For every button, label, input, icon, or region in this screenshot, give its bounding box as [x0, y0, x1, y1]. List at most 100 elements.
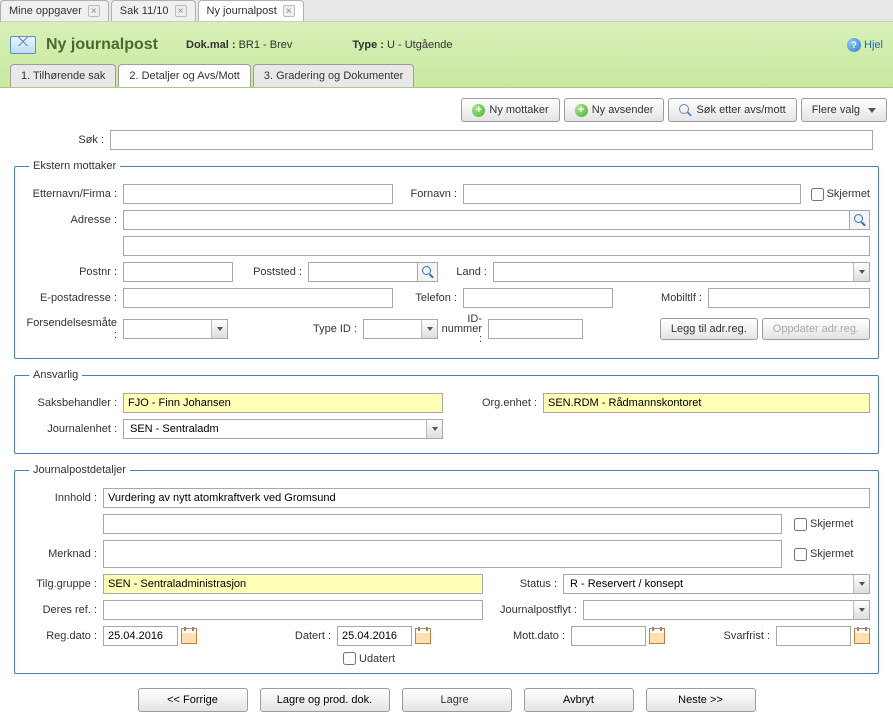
- calendar-icon[interactable]: [854, 628, 870, 644]
- tab-label: Sak 11/10: [120, 5, 169, 17]
- journalenhet-label: Journalenhet :: [23, 423, 123, 435]
- saksbehandler-input[interactable]: [123, 393, 443, 413]
- innhold2-input[interactable]: [103, 514, 782, 534]
- jpflyt-select[interactable]: [583, 600, 870, 620]
- document-tabs: Mine oppgaver × Sak 11/10 × Ny journalpo…: [0, 0, 893, 22]
- lagre-prod-button[interactable]: Lagre og prod. dok.: [260, 688, 390, 712]
- telefon-label: Telefon :: [393, 292, 463, 304]
- tab-label: Ny journalpost: [207, 5, 277, 17]
- udatert-checkbox[interactable]: [343, 652, 356, 665]
- mobil-input[interactable]: [708, 288, 870, 308]
- avbryt-button[interactable]: Avbryt: [524, 688, 634, 712]
- status-label: Status :: [483, 578, 563, 590]
- skjermet2-label: Skjermet: [810, 548, 870, 560]
- tab-mine-oppgaver[interactable]: Mine oppgaver ×: [0, 0, 109, 21]
- regdato-input[interactable]: [103, 626, 178, 646]
- svarfrist-input[interactable]: [776, 626, 851, 646]
- regdato-label: Reg.dato :: [23, 630, 103, 642]
- chevron-down-icon: [868, 108, 876, 113]
- idnummer-input[interactable]: [488, 319, 583, 339]
- tab-sak[interactable]: Sak 11/10 ×: [111, 0, 196, 21]
- subtab-detaljer[interactable]: 2. Detaljer og Avs/Mott: [118, 64, 250, 87]
- forsendelse-select[interactable]: [123, 319, 228, 339]
- poststed-input[interactable]: [308, 262, 418, 282]
- innhold-input[interactable]: [103, 488, 870, 508]
- innhold-label: Innhold :: [23, 492, 103, 504]
- etternavn-label: Etternavn/Firma :: [23, 188, 123, 200]
- tilg-input[interactable]: [103, 574, 483, 594]
- typeid-select[interactable]: [363, 319, 438, 339]
- forrige-button[interactable]: << Forrige: [138, 688, 248, 712]
- calendar-icon[interactable]: [415, 628, 431, 644]
- lagre-button[interactable]: Lagre: [402, 688, 512, 712]
- postnr-label: Postnr :: [23, 266, 123, 278]
- typeid-label: Type ID :: [228, 323, 363, 335]
- tab-ny-journalpost[interactable]: Ny journalpost ×: [198, 0, 304, 21]
- plus-icon: +: [472, 104, 485, 117]
- etternavn-input[interactable]: [123, 184, 393, 204]
- orgenhet-input[interactable]: [543, 393, 870, 413]
- datert-input[interactable]: [337, 626, 412, 646]
- poststed-label: Poststed :: [233, 266, 308, 278]
- ny-mottaker-button[interactable]: + Ny mottaker: [461, 98, 559, 122]
- neste-button[interactable]: Neste >>: [646, 688, 756, 712]
- ansvarlig-fieldset: Ansvarlig Saksbehandler : Org.enhet : Jo…: [14, 369, 879, 454]
- jpflyt-label: Journalpostflyt :: [483, 604, 583, 616]
- adresse2-input[interactable]: [123, 236, 870, 256]
- poststed-search-icon[interactable]: [418, 262, 438, 282]
- land-select[interactable]: [493, 262, 870, 282]
- subtab-tilhorende[interactable]: 1. Tilhørende sak: [10, 64, 116, 87]
- fornavn-input[interactable]: [463, 184, 801, 204]
- close-icon[interactable]: ×: [175, 5, 187, 17]
- telefon-input[interactable]: [463, 288, 613, 308]
- udatert-label: Udatert: [359, 653, 395, 665]
- close-icon[interactable]: ×: [283, 5, 295, 17]
- orgenhet-label: Org.enhet :: [443, 397, 543, 409]
- sok-avs-mott-button[interactable]: Søk etter avs/mott: [668, 98, 796, 122]
- search-input[interactable]: [110, 130, 873, 150]
- type-meta: Type : U - Utgående: [352, 39, 452, 51]
- legg-til-adrreg-button[interactable]: Legg til adr.reg.: [660, 318, 758, 340]
- sub-tabs: 1. Tilhørende sak 2. Detaljer og Avs/Mot…: [10, 60, 883, 87]
- idnummer-label: ID-nummer :: [438, 314, 488, 344]
- dokmal-meta: Dok.mal : BR1 - Brev: [186, 39, 292, 51]
- skjermet2-checkbox[interactable]: [794, 548, 807, 561]
- content-area: + Ny mottaker + Ny avsender Søk etter av…: [0, 88, 893, 722]
- help-link[interactable]: ? Hjel: [847, 38, 883, 52]
- datert-label: Datert :: [197, 630, 337, 642]
- plus-icon: +: [575, 104, 588, 117]
- search-icon: [679, 104, 692, 117]
- calendar-icon[interactable]: [649, 628, 665, 644]
- journalenhet-select[interactable]: SEN - Sentraladm: [123, 419, 443, 439]
- adresse-input[interactable]: [123, 210, 850, 230]
- mottdato-label: Mott.dato :: [431, 630, 571, 642]
- ansvarlig-legend: Ansvarlig: [29, 369, 82, 381]
- flere-valg-button[interactable]: Flere valg: [801, 98, 887, 122]
- skjermet1-checkbox[interactable]: [794, 518, 807, 531]
- epost-input[interactable]: [123, 288, 393, 308]
- toolbar: + Ny mottaker + Ny avsender Søk etter av…: [6, 98, 887, 122]
- oppdater-adrreg-button[interactable]: Oppdater adr.reg.: [762, 318, 870, 340]
- tab-label: Mine oppgaver: [9, 5, 82, 17]
- deresref-input[interactable]: [103, 600, 483, 620]
- merknad-label: Merknad :: [23, 548, 103, 560]
- help-icon: ?: [847, 38, 861, 52]
- deresref-label: Deres ref. :: [23, 604, 103, 616]
- calendar-icon[interactable]: [181, 628, 197, 644]
- merknad-textarea[interactable]: [103, 540, 782, 568]
- bottom-buttons: << Forrige Lagre og prod. dok. Lagre Avb…: [6, 684, 887, 716]
- page-title: Ny journalpost: [46, 36, 176, 54]
- mottdato-input[interactable]: [571, 626, 646, 646]
- adresse-search-icon[interactable]: [850, 210, 870, 230]
- epost-label: E-postadresse :: [23, 292, 123, 304]
- postnr-input[interactable]: [123, 262, 233, 282]
- forsendelse-label: Forsendelsesmåte :: [23, 317, 123, 341]
- ekstern-legend: Ekstern mottaker: [29, 160, 120, 172]
- ny-avsender-button[interactable]: + Ny avsender: [564, 98, 665, 122]
- adresse-label: Adresse :: [23, 214, 123, 226]
- status-select[interactable]: R - Reservert / konsept: [563, 574, 870, 594]
- subtab-gradering[interactable]: 3. Gradering og Dokumenter: [253, 64, 414, 87]
- close-icon[interactable]: ×: [88, 5, 100, 17]
- mobil-label: Mobiltlf :: [613, 292, 708, 304]
- skjermet-checkbox[interactable]: [811, 188, 824, 201]
